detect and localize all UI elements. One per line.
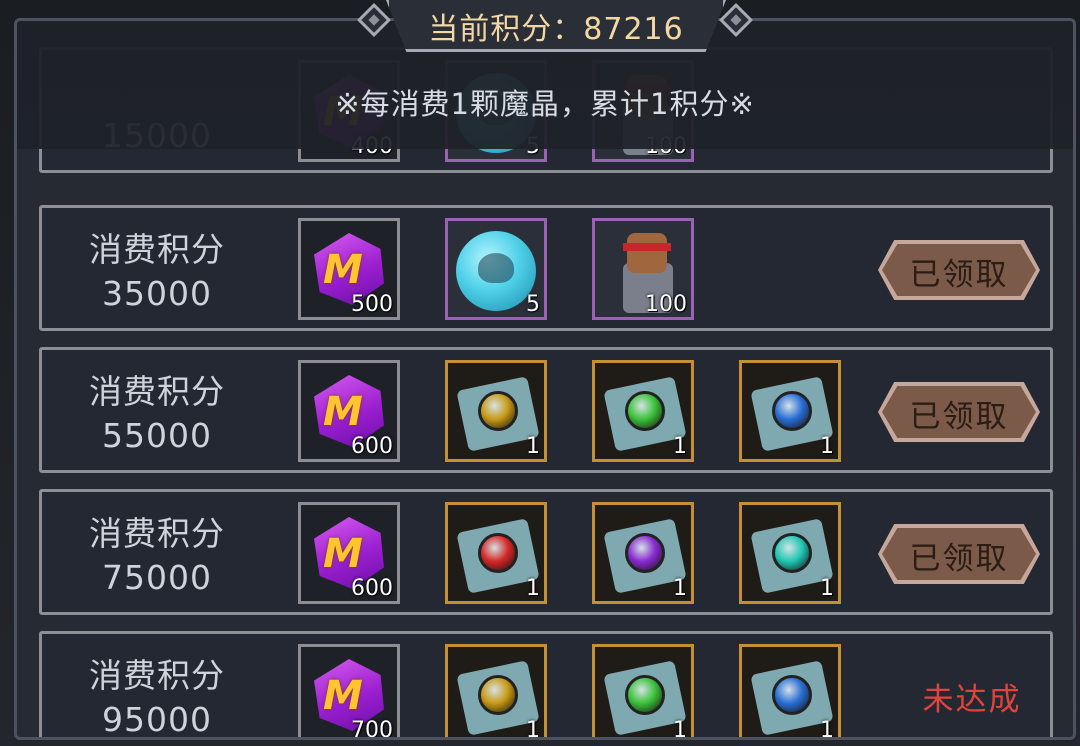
reward-item-gem[interactable]: M 700: [298, 644, 400, 737]
rune-orb-icon: [772, 675, 812, 715]
claimed-label: 已领取: [909, 257, 1009, 293]
reward-item-scroll[interactable]: 1: [592, 502, 694, 604]
reward-item-hero[interactable]: 100: [592, 218, 694, 320]
skull-token-icon: [456, 231, 536, 311]
item-count: 100: [645, 292, 687, 317]
reward-row: 消费积分 75000 M 600 1 1 1 已领取: [39, 489, 1053, 615]
rune-orb-icon: [625, 675, 665, 715]
item-count: 1: [820, 576, 834, 601]
reward-item-gem[interactable]: M 600: [298, 502, 400, 604]
reward-item-skull[interactable]: 5: [445, 218, 547, 320]
reward-panel: 15000M4005100消费积分35000M5005100已领取消费积分550…: [14, 18, 1076, 740]
score-label-text: 消费积分: [89, 372, 225, 411]
rune-orb-icon: [772, 533, 812, 573]
claimed-label: 已领取: [909, 541, 1009, 577]
score-label-text: 消费积分: [89, 656, 225, 695]
reward-item-scroll[interactable]: 1: [739, 502, 841, 604]
item-count: 1: [526, 718, 540, 737]
rune-orb-icon: [772, 391, 812, 431]
row-score-label: 消费积分 55000: [72, 370, 242, 458]
score-threshold-value: 95000: [102, 700, 212, 737]
claimed-button[interactable]: 已领取: [878, 240, 1040, 300]
rune-orb-icon: [625, 391, 665, 431]
reward-item-scroll[interactable]: 1: [592, 644, 694, 737]
rune-orb-icon: [478, 533, 518, 573]
crystal-emblem: M: [323, 389, 363, 435]
rune-orb-icon: [625, 533, 665, 573]
reward-item-scroll[interactable]: 1: [445, 644, 547, 737]
row-score-label: 消费积分 35000: [72, 228, 242, 316]
claimed-button[interactable]: 已领取: [878, 524, 1040, 584]
reward-item-gem[interactable]: M 600: [298, 360, 400, 462]
row-score-label: 消费积分 75000: [72, 512, 242, 600]
reward-row: 消费积分 55000 M 600 1 1 1 已领取: [39, 347, 1053, 473]
item-count: 1: [673, 576, 687, 601]
skull-face-mark: [478, 253, 514, 283]
crystal-emblem: M: [323, 247, 363, 293]
item-count: 1: [526, 576, 540, 601]
reward-row: 消费积分 35000 M 500 5 100 已领取: [39, 205, 1053, 331]
reward-item-scroll[interactable]: 1: [739, 360, 841, 462]
score-banner: 当前积分：87216: [356, 0, 756, 56]
item-count: 600: [351, 576, 393, 601]
reward-row: 消费积分 95000 M 700 1 1 1 未达成: [39, 631, 1053, 737]
item-count: 1: [673, 718, 687, 737]
item-count: 1: [820, 718, 834, 737]
hero-head: [627, 233, 667, 273]
item-count: 1: [526, 434, 540, 459]
score-threshold-value: 35000: [102, 274, 212, 313]
row-score-label: 消费积分 95000: [72, 654, 242, 737]
item-count: 600: [351, 434, 393, 459]
reward-item-scroll[interactable]: 1: [445, 502, 547, 604]
not-reached-status: 未达成: [922, 682, 1022, 718]
score-threshold-value: 75000: [102, 558, 212, 597]
score-label-text: 消费积分: [89, 514, 225, 553]
crystal-emblem: M: [323, 673, 363, 719]
item-count: 1: [820, 434, 834, 459]
reward-item-gem[interactable]: M 500: [298, 218, 400, 320]
claimed-button[interactable]: 已领取: [878, 382, 1040, 442]
notice-text: ※每消费1颗魔晶，累计1积分※: [335, 87, 755, 121]
claimed-label: 已领取: [909, 399, 1009, 435]
item-count: 700: [351, 718, 393, 737]
crystal-emblem: M: [323, 531, 363, 577]
rune-orb-icon: [478, 675, 518, 715]
reward-item-scroll[interactable]: 1: [592, 360, 694, 462]
hero-headband: [623, 243, 671, 251]
item-count: 1: [673, 434, 687, 459]
reward-item-scroll[interactable]: 1: [739, 644, 841, 737]
score-label-text: 消费积分: [89, 230, 225, 269]
score-threshold-value: 55000: [102, 416, 212, 455]
reward-item-scroll[interactable]: 1: [445, 360, 547, 462]
rune-orb-icon: [478, 391, 518, 431]
current-score: 当前积分：87216: [428, 12, 684, 47]
item-count: 5: [526, 292, 540, 317]
item-count: 500: [351, 292, 393, 317]
